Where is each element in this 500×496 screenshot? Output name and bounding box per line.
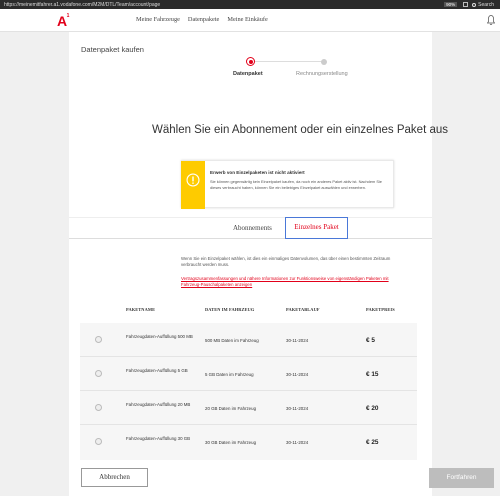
tab-einzelnes-paket[interactable]: Einzelnes Paket [285, 217, 348, 239]
column-header-paketablauf: PAKETABLAUF [286, 307, 320, 312]
step-indicator-active [246, 57, 255, 66]
logo-number: 1 [66, 13, 70, 19]
package-data: 20 GB Daten im Fahrzeug [205, 406, 257, 411]
package-expiry: 30-11-2024 [286, 406, 309, 411]
step-indicator-inactive [321, 59, 327, 65]
cancel-button[interactable]: Abbrechen [81, 468, 148, 487]
alert-body: Sie können gegenwärtig kein Einzelpaket … [210, 179, 382, 190]
tab-abonnements[interactable]: Abonnements [233, 224, 272, 232]
stepper-line [251, 61, 324, 62]
top-navigation: A1 Meine Fahrzeuge Datenpakete Meine Ein… [0, 9, 500, 32]
package-data: 5 GB Daten im Fahrzeug [205, 372, 254, 377]
package-price: € 25 [366, 439, 379, 446]
table-row[interactable]: Fahrzeugdaten-Auffüllung 500 MB 500 MB D… [80, 323, 417, 357]
warning-icon [186, 173, 200, 187]
table-row[interactable]: Fahrzeugdaten-Auffüllung 20 MB 20 GB Dat… [80, 391, 417, 425]
package-name: Fahrzeugdaten-Auffüllung 500 MB [126, 334, 193, 339]
browser-bar: https://meinemitfahrer.a1.vodafone.com/M… [0, 0, 500, 9]
package-name: Fahrzeugdaten-Auffüllung 5 GB [126, 368, 188, 373]
package-expiry: 30-11-2024 [286, 372, 309, 377]
package-data: 30 GB Daten im Fahrzeug [205, 440, 257, 445]
nav-datenpakete[interactable]: Datenpakete [188, 16, 219, 23]
extension-icon[interactable] [463, 2, 469, 7]
a1-logo[interactable]: A1 [57, 13, 69, 29]
package-radio[interactable] [95, 336, 102, 343]
step-label-rechnungserstellung: Rechnungserstellung [296, 71, 348, 77]
zoom-level[interactable]: 90% [444, 2, 458, 7]
package-expiry: 30-11-2024 [286, 338, 309, 343]
nav-meine-einkaeufe[interactable]: Meine Einkäufe [227, 16, 267, 23]
bell-icon[interactable] [487, 15, 495, 25]
package-price: € 5 [366, 337, 375, 344]
alert-title: Erwerb von Einzelpaketen ist nicht aktiv… [210, 170, 305, 175]
info-alert: Erwerb von Einzelpaketen ist nicht aktiv… [181, 160, 394, 209]
step-label-datenpaket: Datenpaket [233, 71, 263, 77]
column-header-paketpreis: PAKETPREIS [366, 307, 395, 312]
package-price: € 15 [366, 371, 379, 378]
nav-links: Meine Fahrzeuge Datenpakete Meine Einkäu… [136, 16, 268, 23]
column-header-paketname: PAKETNAME [126, 307, 156, 312]
logo-letter: A [57, 13, 67, 29]
column-header-daten: DATEN IM FAHRZEUG [205, 307, 255, 312]
nav-meine-fahrzeuge[interactable]: Meine Fahrzeuge [136, 16, 180, 23]
table-row[interactable]: Fahrzeugdaten-Auffüllung 5 GB 5 GB Daten… [80, 357, 417, 391]
package-price: € 20 [366, 405, 379, 412]
package-name: Fahrzeugdaten-Auffüllung 20 MB [126, 402, 191, 407]
package-radio[interactable] [95, 404, 102, 411]
table-row[interactable]: Fahrzeugdaten-Auffüllung 30 GB 30 GB Dat… [80, 425, 417, 459]
search-label: Search [478, 1, 494, 8]
package-radio[interactable] [95, 370, 102, 377]
address-bar[interactable]: https://meinemitfahrer.a1.vodafone.com/M… [4, 2, 444, 8]
package-data: 500 MB Daten im Fahrzeug [205, 338, 259, 343]
browser-search[interactable]: Search [472, 2, 496, 8]
package-radio[interactable] [95, 438, 102, 445]
package-info-text: Wenn Sie ein Einzelpaket wählen, ist die… [181, 256, 391, 268]
continue-button[interactable]: Fortfahren [429, 468, 494, 488]
package-name: Fahrzeugdaten-Auffüllung 30 GB [126, 436, 191, 441]
page-title: Datenpaket kaufen [81, 45, 144, 54]
package-expiry: 30-11-2024 [286, 440, 309, 445]
package-table: Fahrzeugdaten-Auffüllung 500 MB 500 MB D… [80, 323, 417, 460]
contract-info-link[interactable]: Vertragszusammenfassungen und nähere Inf… [181, 276, 391, 288]
selection-headline: Wählen Sie ein Abonnement oder ein einze… [152, 124, 449, 136]
search-icon [472, 2, 477, 7]
